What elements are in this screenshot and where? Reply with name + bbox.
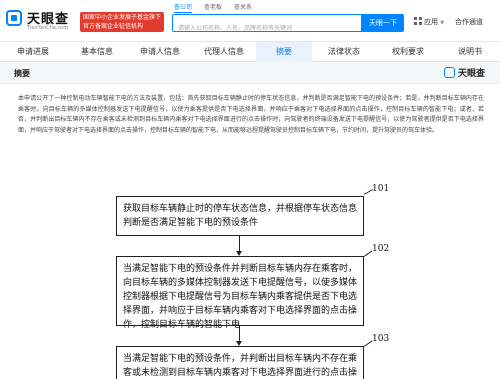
tab-basic-info[interactable]: 基本信息 xyxy=(66,42,128,62)
search-tab-company[interactable]: 查公司 xyxy=(174,2,193,13)
tab-agent-info[interactable]: 代理人信息 xyxy=(192,42,256,62)
search-tab-relation[interactable]: 查关系 xyxy=(234,2,252,11)
tab-applicant-info[interactable]: 申请人信息 xyxy=(128,42,192,62)
flow-step-103: 当满足智能下电的预设条件，并判断出目标车辆内不存在乘客或未检测到目标车辆内乘客对… xyxy=(116,346,364,379)
abstract-figure: 101 获取目标车辆静止时的停车状态信息，并根据停车状态信息判断是否满足智能下电… xyxy=(0,170,500,379)
certification-badge[interactable]: 国家中小企业发展子基金旗下 官方备案企业征信机构 xyxy=(80,12,164,32)
cooperation-link[interactable]: 合作通道 xyxy=(455,17,483,27)
top-header: 天眼查 TianYanCha.com 国家中小企业发展子基金旗下 官方备案企业征… xyxy=(0,0,500,42)
watermark-text: 天眼查 xyxy=(458,69,486,79)
tab-legal-status[interactable]: 法律状态 xyxy=(312,42,376,62)
app-grid-icon xyxy=(414,17,422,25)
patent-tabs: 申请进展 基本信息 申请人信息 代理人信息 摘要 法律状态 权利要求 说明书 xyxy=(0,42,500,62)
abstract-text: 本申请公开了一种控制电动车辆智能下电的方法及装置，包括：首先获取目标车辆静止时的… xyxy=(18,95,484,134)
flow-connector-2 xyxy=(239,326,240,341)
badge-line-1: 国家中小企业发展子基金旗下 xyxy=(83,14,161,21)
section-title: 摘要 xyxy=(14,69,30,78)
watermark-eye-icon xyxy=(444,67,455,78)
step-label-103: 103 xyxy=(372,334,390,344)
search-button[interactable]: 天眼一下 xyxy=(362,14,404,32)
tab-abstract[interactable]: 摘要 xyxy=(256,42,312,62)
tab-description[interactable]: 说明书 xyxy=(440,42,500,62)
badge-line-2: 官方备案企业征信机构 xyxy=(83,23,144,30)
flow-step-101: 获取目标车辆静止时的停车状态信息，并根据停车状态信息判断是否满足智能下电的预设条… xyxy=(116,196,364,236)
flow-connector-1 xyxy=(239,236,240,251)
step-label-102: 102 xyxy=(372,244,390,254)
chevron-down-icon: ▼ xyxy=(440,20,445,26)
search-input[interactable] xyxy=(173,20,361,37)
logo-eye-icon xyxy=(6,10,22,26)
tab-application-progress[interactable]: 申请进展 xyxy=(0,42,66,62)
logo-domain: TianYanCha.com xyxy=(27,25,69,31)
tianyancha-logo[interactable]: 天眼查 TianYanCha.com xyxy=(6,8,76,34)
step-label-101: 101 xyxy=(372,184,390,194)
app-menu-label: 应用 xyxy=(424,18,438,26)
search-box xyxy=(172,14,362,37)
app-menu[interactable]: 应用 ▼ xyxy=(414,17,444,27)
flow-step-102: 当满足智能下电的预设条件并判断目标车辆内存在乘客时，向目标车辆的多媒体控制器发送… xyxy=(116,256,364,330)
section-header: 摘要 天眼查 xyxy=(0,62,500,84)
search-tab-boss[interactable]: 查老板 xyxy=(204,2,222,11)
tab-claims[interactable]: 权利要求 xyxy=(376,42,440,62)
